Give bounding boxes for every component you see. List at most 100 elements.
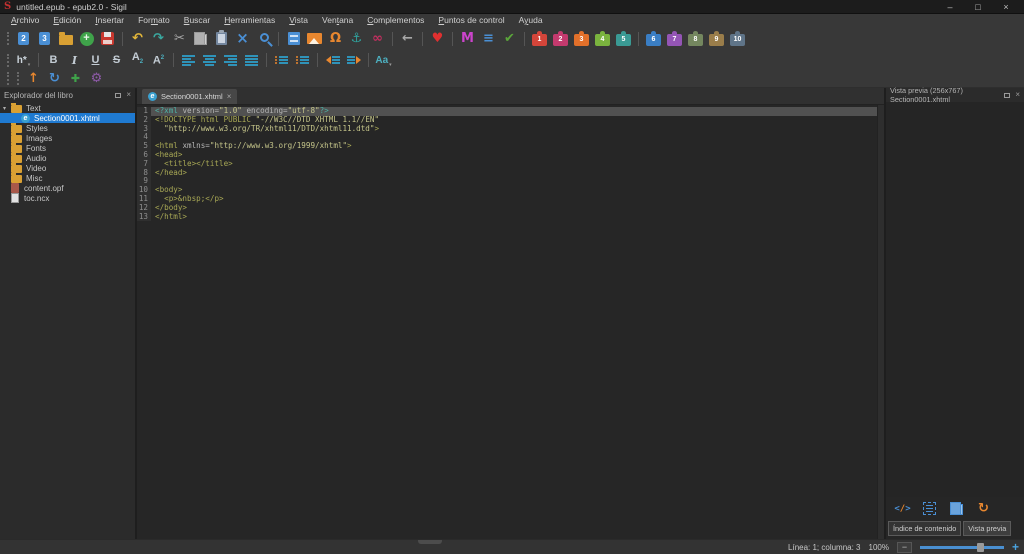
plugin-6-button[interactable]: 6 (645, 30, 662, 47)
new-epub3-button[interactable]: 3 (36, 30, 53, 47)
close-button[interactable]: × (992, 0, 1020, 14)
cut-button[interactable]: ✂ (171, 30, 188, 47)
strikethrough-button[interactable]: S (108, 52, 125, 69)
line-number: 13 (137, 212, 151, 222)
plugin-9-button[interactable]: 9 (708, 30, 725, 47)
plugin-3-button[interactable]: 3 (573, 30, 590, 47)
superscript-button[interactable]: A2 (150, 52, 167, 69)
bullet-list-button[interactable] (273, 52, 290, 69)
find-replace-button[interactable] (255, 30, 272, 47)
dock-tab-índice-de-contenido[interactable]: Índice de contenido (888, 521, 962, 536)
tree-item-images[interactable]: Images (0, 133, 135, 143)
editor-scrollbar[interactable] (877, 105, 884, 539)
generate-toc-button[interactable]: ≡ (480, 30, 497, 47)
line-content (151, 177, 877, 186)
donate-plus-button[interactable]: ✚ (67, 70, 84, 87)
save-button[interactable] (99, 30, 116, 47)
pages-icon[interactable] (948, 500, 965, 517)
close-panel-icon[interactable]: × (126, 91, 131, 99)
back-button[interactable]: ← (399, 30, 416, 47)
insert-image-button[interactable] (306, 30, 323, 47)
maximize-button[interactable]: □ (964, 0, 992, 14)
align-right-button[interactable] (222, 52, 239, 69)
align-left-button[interactable] (180, 52, 197, 69)
bold-button[interactable]: B (45, 52, 62, 69)
decrease-indent-button[interactable] (324, 52, 341, 69)
insert-special-character-button[interactable]: Ω (327, 30, 344, 47)
align-center-button[interactable] (201, 52, 218, 69)
menu-complementos[interactable]: Complementos (360, 14, 431, 27)
menu-archivo[interactable]: Archivo (4, 14, 46, 27)
menu-ayuda[interactable]: Ayuda (512, 14, 550, 27)
plugin-5-button[interactable]: 5 (615, 30, 632, 47)
menu-puntos-de-control[interactable]: Puntos de control (431, 14, 511, 27)
zoom-slider-knob[interactable] (977, 542, 985, 552)
html-file-icon: e (148, 92, 157, 101)
menu-formato[interactable]: Formato (131, 14, 177, 27)
tab-close-icon[interactable]: × (227, 92, 232, 101)
insert-id-button[interactable]: ⚓ (348, 30, 365, 47)
tree-item-fonts[interactable]: Fonts (0, 143, 135, 153)
refresh-button[interactable]: ↻ (46, 70, 63, 87)
line-content: "http://www.w3.org/TR/xhtml11/DTD/xhtml1… (155, 123, 380, 133)
heading-style-button[interactable]: h* ▾ (15, 52, 32, 69)
zoom-slider[interactable] (919, 542, 1004, 552)
plugin-7-button[interactable]: 7 (666, 30, 683, 47)
tree-item-toc-ncx[interactable]: toc.ncx (0, 193, 135, 203)
subscript-button[interactable]: A2 (129, 51, 146, 69)
menu-insertar[interactable]: Insertar (88, 14, 131, 27)
delete-button[interactable]: × (234, 30, 251, 47)
numbered-list-button[interactable] (294, 52, 311, 69)
dock-tab-vista-previa[interactable]: Vista previa (963, 521, 1012, 536)
refresh-preview-icon[interactable]: ↻ (975, 500, 992, 517)
zoom-out-button[interactable]: − (896, 541, 912, 553)
splitter-handle[interactable] (418, 540, 442, 544)
plugin-4-button[interactable]: 4 (594, 30, 611, 47)
minimize-button[interactable]: – (936, 0, 964, 14)
tree-item-styles[interactable]: Styles (0, 123, 135, 133)
tree-item-video[interactable]: Video (0, 163, 135, 173)
split-section-button[interactable] (285, 30, 302, 47)
tree-item-text[interactable]: ▾ Text (0, 103, 135, 113)
donate-heart-button[interactable]: ♥ (429, 30, 446, 47)
close-panel-icon[interactable]: × (1015, 91, 1020, 99)
settings-gear-button[interactable]: ⚙ (88, 70, 105, 87)
zoom-in-button[interactable]: + (1012, 541, 1019, 553)
spellcheck-button[interactable]: ✔ (501, 30, 518, 47)
align-justify-button[interactable] (243, 52, 260, 69)
open-book-button[interactable] (57, 30, 74, 47)
tree-item-content-opf[interactable]: content.opf (0, 183, 135, 193)
italic-button[interactable]: I (66, 52, 83, 69)
menu-herramientas[interactable]: Herramientas (217, 14, 282, 27)
deploy-button[interactable]: ↑ (25, 70, 42, 87)
code-editor[interactable]: 1 <?xml version="1.0" encoding="utf-8"?> 2… (137, 105, 877, 539)
plugin-1-button[interactable]: 1 (531, 30, 548, 47)
menu-buscar[interactable]: Buscar (177, 14, 217, 27)
plugin-10-button[interactable]: 10 (729, 30, 746, 47)
float-panel-icon[interactable] (1004, 92, 1011, 98)
tab-section0001[interactable]: e Section0001.xhtml × (142, 89, 238, 104)
underline-button[interactable]: U (87, 52, 104, 69)
redo-button[interactable]: ↷ (150, 30, 167, 47)
paste-button[interactable] (213, 30, 230, 47)
change-case-button[interactable]: Aa ▾ (375, 52, 392, 69)
menu-edici-n[interactable]: Edición (46, 14, 88, 27)
plugin-8-button[interactable]: 8 (687, 30, 704, 47)
expander-icon[interactable]: ▾ (3, 105, 11, 112)
tree-item-misc[interactable]: Misc (0, 173, 135, 183)
increase-indent-button[interactable] (345, 52, 362, 69)
undo-button[interactable]: ↶ (129, 30, 146, 47)
metadata-editor-button[interactable]: M (459, 30, 476, 47)
float-panel-icon[interactable] (115, 92, 122, 98)
code-view-icon[interactable]: </> (894, 500, 911, 517)
tree-item-section0001-xhtml[interactable]: e Section0001.xhtml (0, 113, 135, 123)
tree-item-audio[interactable]: Audio (0, 153, 135, 163)
add-existing-files-button[interactable]: + (78, 30, 95, 47)
new-epub2-button[interactable]: 2 (15, 30, 32, 47)
plugin-2-button[interactable]: 2 (552, 30, 569, 47)
menu-vista[interactable]: Vista (282, 14, 315, 27)
copy-button[interactable] (192, 30, 209, 47)
toc-list-icon[interactable] (921, 500, 938, 517)
insert-link-button[interactable]: ∞ (369, 30, 386, 47)
menu-ventana[interactable]: Ventana (315, 14, 360, 27)
